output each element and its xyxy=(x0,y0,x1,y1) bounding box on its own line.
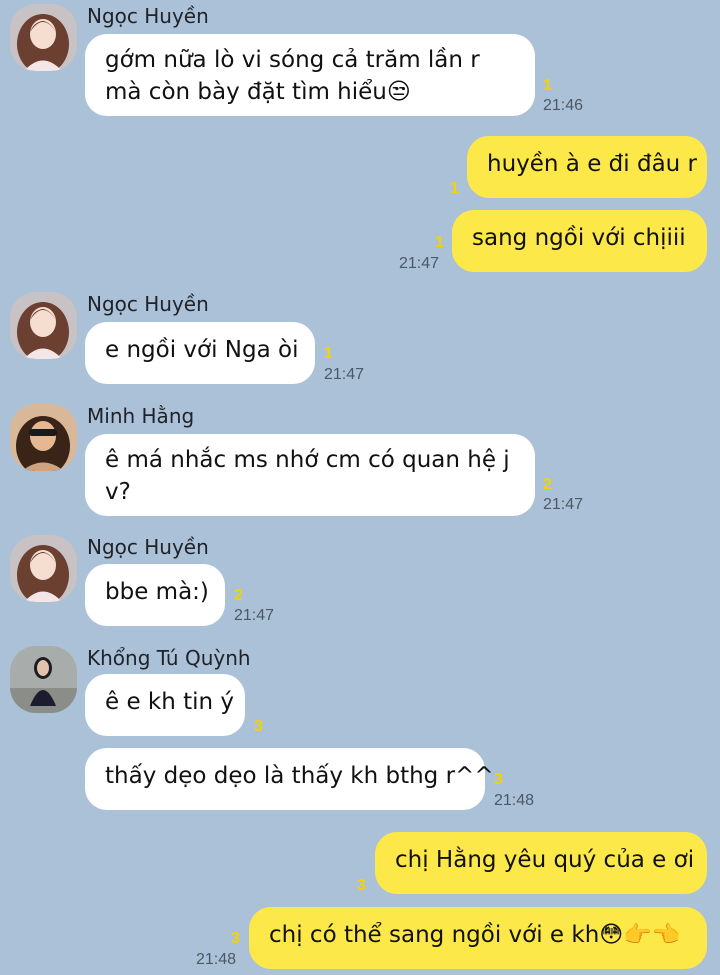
message-bubble[interactable]: huyền à e đi đâu r xyxy=(467,136,707,198)
unread-count: 2 xyxy=(543,476,552,493)
avatar-khong-tu-quynh[interactable] xyxy=(10,646,77,713)
message-text: sang ngồi với chịiii xyxy=(472,225,686,251)
unread-count: 1 xyxy=(543,77,552,94)
unread-count: 1 xyxy=(435,234,444,251)
message-time: 21:47 xyxy=(234,607,275,624)
avatar-ngoc-huyen[interactable] xyxy=(10,535,77,602)
sender-name: Ngọc Huyền xyxy=(87,535,209,559)
unread-count: 1 xyxy=(450,180,459,197)
avatar-image xyxy=(10,292,77,359)
message-text: e ngồi với Nga òi xyxy=(105,337,299,363)
message-text: thấy dẹo dẹo là thấy kh bthg r^^ xyxy=(105,763,494,789)
avatar-image xyxy=(10,404,77,471)
message-time: 21:47 xyxy=(399,255,440,272)
message-bubble[interactable]: gớm nữa lò vi sóng cả trăm lần r mà còn … xyxy=(85,34,535,116)
message-text: chị Hằng yêu quý của e ơi xyxy=(395,847,695,873)
avatar-image xyxy=(10,4,77,71)
message-text: ê e kh tin ý xyxy=(105,689,235,715)
message-time: 21:46 xyxy=(543,97,584,114)
message-bubble[interactable]: sang ngồi với chịiii xyxy=(452,210,707,272)
message-bubble[interactable]: thấy dẹo dẹo là thấy kh bthg r^^ xyxy=(85,748,494,810)
message-bubble[interactable]: ê e kh tin ý xyxy=(85,674,245,736)
sender-name: Ngọc Huyền xyxy=(87,4,209,28)
message-text: huyền à e đi đâu r xyxy=(487,151,698,177)
unread-count: 3 xyxy=(254,718,263,735)
unread-count: 1 xyxy=(324,345,333,362)
message-time: 21:47 xyxy=(543,496,584,513)
message-bubble[interactable]: bbe mà:) xyxy=(85,564,225,626)
sender-name: Khổng Tú Quỳnh xyxy=(87,646,251,670)
message-line: gớm nữa lò vi sóng cả trăm lần r xyxy=(105,47,480,73)
unread-count: 3 xyxy=(231,930,240,947)
message-bubble[interactable]: ê má nhắc ms nhớ cm có quan hệ j v? xyxy=(85,434,535,516)
message-text: bbe mà:) xyxy=(105,579,209,605)
avatar-ngoc-huyen[interactable] xyxy=(10,4,77,71)
message-line: mà còn bày đặt tìm hiểu😒 xyxy=(105,79,411,105)
message-line: v? xyxy=(105,479,131,505)
unread-count: 3 xyxy=(357,877,366,894)
message-text: chị có thể sang ngồi với e kh😳👉👈 xyxy=(269,922,681,948)
message-bubble[interactable]: e ngồi với Nga òi xyxy=(85,322,315,384)
message-time: 21:47 xyxy=(324,366,365,383)
sender-name: Ngọc Huyền xyxy=(87,292,209,316)
sender-name: Minh Hằng xyxy=(87,404,195,428)
message-bubble[interactable]: chị có thể sang ngồi với e kh😳👉👈 xyxy=(249,907,707,969)
message-time: 21:48 xyxy=(196,951,237,968)
message-time: 21:48 xyxy=(494,792,535,809)
message-bubble[interactable]: chị Hằng yêu quý của e ơi xyxy=(375,832,707,894)
avatar-ngoc-huyen[interactable] xyxy=(10,292,77,359)
unread-count: 2 xyxy=(234,587,243,604)
unread-count: 3 xyxy=(494,771,503,788)
message-line: ê má nhắc ms nhớ cm có quan hệ j xyxy=(105,447,510,473)
avatar-minh-hang[interactable] xyxy=(10,404,77,471)
avatar-image xyxy=(10,646,77,713)
avatar-image xyxy=(10,535,77,602)
